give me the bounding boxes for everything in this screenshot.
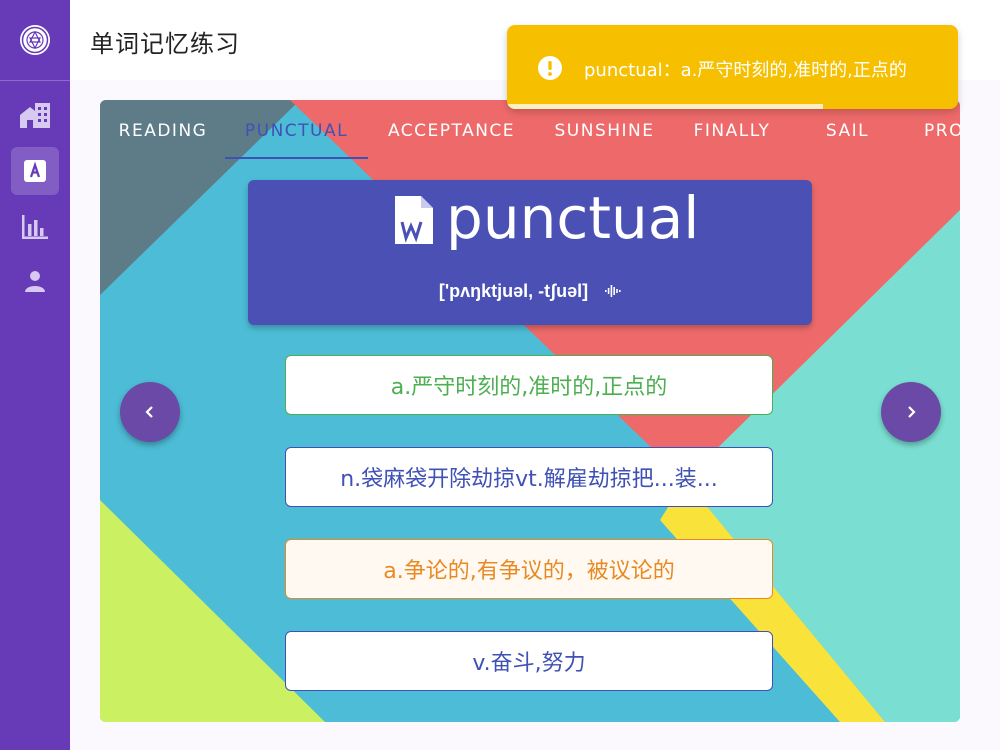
word-display: punctual ['pʌŋktjuəl, -tʃuəl] — [248, 180, 812, 325]
chevron-right-icon — [908, 406, 916, 418]
app-logo[interactable] — [19, 24, 51, 56]
word-tabs: READING PUNCTUAL ACCEPTANCE SUNSHINE FIN… — [100, 100, 960, 160]
page-title: 单词记忆练习 — [90, 30, 240, 58]
tab-reading[interactable]: READING — [112, 100, 214, 160]
prev-button[interactable] — [120, 382, 180, 442]
practice-card: READING PUNCTUAL ACCEPTANCE SUNSHINE FIN… — [100, 100, 960, 722]
sidebar-item-profile[interactable] — [11, 257, 59, 305]
word-doc-icon — [395, 196, 433, 244]
option-4-text: v.奋斗,努力 — [472, 651, 586, 676]
person-icon — [25, 271, 45, 292]
chevron-left-icon — [145, 406, 153, 418]
tab-pro[interactable]: PRO — [924, 100, 960, 160]
sidebar — [0, 0, 70, 750]
exclamation-circle-icon — [538, 56, 562, 80]
option-1-text: a.严守时刻的,准时的,正点的 — [390, 375, 668, 400]
sidebar-item-statistics[interactable] — [11, 203, 59, 251]
next-button[interactable] — [881, 382, 941, 442]
option-1[interactable]: a.严守时刻的,准时的,正点的 — [285, 355, 773, 415]
tab-active-indicator — [225, 157, 368, 159]
word-text: punctual — [446, 184, 700, 252]
toast-notification: punctual：a.严守时刻的,准时的,正点的 — [507, 25, 958, 109]
tab-sunshine[interactable]: SUNSHINE — [533, 100, 676, 160]
toast-message: punctual：a.严守时刻的,准时的,正点的 — [584, 60, 907, 81]
sidebar-divider — [0, 80, 70, 81]
tab-sail[interactable]: SAIL — [810, 100, 885, 160]
option-4[interactable]: v.奋斗,努力 — [285, 631, 773, 691]
tab-acceptance[interactable]: ACCEPTANCE — [380, 100, 523, 160]
letter-a-icon — [24, 160, 46, 182]
buildings-icon — [20, 103, 50, 128]
option-3[interactable]: a.争论的,有争议的，被议论的 — [285, 539, 773, 599]
bar-chart-icon — [22, 215, 48, 239]
option-2-text: n.袋麻袋开除劫掠vt.解雇劫掠把...装... — [340, 467, 718, 492]
tab-finally[interactable]: FINALLY — [682, 100, 782, 160]
sound-wave-icon[interactable] — [605, 284, 621, 298]
phonetic-row: ['pʌŋktjuəl, -tʃuəl] — [248, 280, 812, 302]
option-3-text: a.争论的,有争议的，被议论的 — [383, 559, 675, 584]
tab-punctual[interactable]: PUNCTUAL — [225, 100, 368, 160]
sidebar-item-dashboard[interactable] — [11, 91, 59, 139]
toast-progress-bar — [507, 104, 823, 109]
sidebar-item-words[interactable] — [11, 147, 59, 195]
option-2[interactable]: n.袋麻袋开除劫掠vt.解雇劫掠把...装... — [285, 447, 773, 507]
phonetic-text: ['pʌŋktjuəl, -tʃuəl] — [438, 280, 589, 301]
